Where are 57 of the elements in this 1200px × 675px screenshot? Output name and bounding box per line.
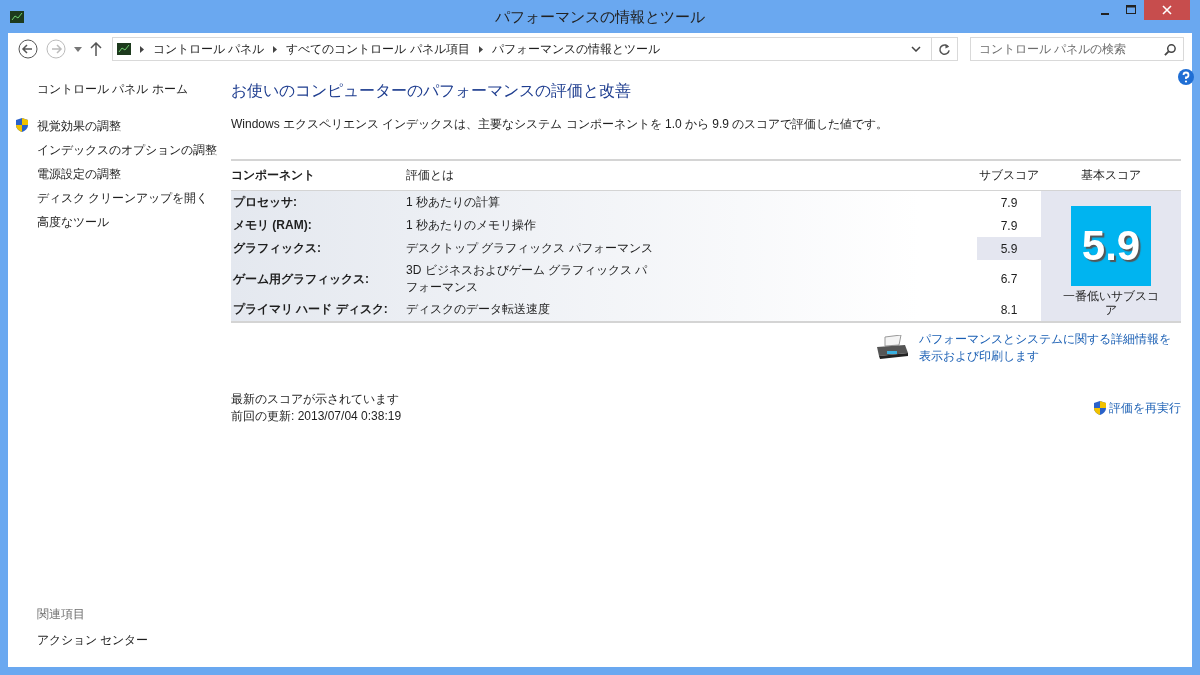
search-field[interactable]: コントロール パネルの検索 [970, 37, 1184, 61]
intro-text: Windows エクスペリエンス インデックスは、主要なシステム コンポーネントを 1.0 から 9.9 のスコアで評価した値です。 [231, 116, 890, 133]
monitor-icon [117, 43, 131, 55]
table-cell-text: 1 秒あたりのメモリ操作 [406, 217, 537, 234]
page-heading: お使いのコンピューターのパフォーマンスの評価と改善 [231, 81, 632, 101]
sidebar-link[interactable]: 電源設定の調整 [37, 166, 121, 183]
help-icon[interactable] [1178, 69, 1194, 85]
status-text: 最新のスコアが示されています [231, 391, 400, 408]
back-button[interactable] [16, 39, 40, 59]
history-dropdown[interactable] [72, 46, 84, 52]
sidebar-link[interactable]: 高度なツール [37, 214, 109, 231]
column-header: 基本スコア [1080, 167, 1142, 184]
up-arrow-icon [90, 42, 102, 56]
chevron-icon [140, 45, 144, 53]
shield-icon [1092, 400, 1108, 416]
table-cell-text: プロセッサ: [232, 194, 298, 211]
caret-icon [74, 46, 82, 52]
sidebar-link[interactable]: 視覚効果の調整 [37, 118, 121, 135]
breadcrumb[interactable]: パフォーマンスの情報とツール [491, 40, 660, 58]
shield-icon [14, 117, 30, 133]
table-cell-text: メモリ (RAM): [232, 217, 313, 234]
chevron-icon [478, 45, 483, 53]
sidebar-link[interactable]: インデックスのオプションの調整 [37, 142, 217, 159]
table-cell-text: グラフィックス: [232, 240, 322, 257]
status-text: 前回の更新: 2013/07/04 0:38:19 [231, 408, 402, 425]
table-cell-text: ゲーム用グラフィックス: [232, 270, 370, 288]
breadcrumb[interactable]: コントロール パネル [153, 40, 265, 58]
close-icon [1162, 5, 1172, 15]
maximize-icon [1126, 5, 1136, 15]
table-cell-text: 3D ビジネスおよびゲーム グラフィックス パフォーマンス [406, 262, 649, 296]
sidebar-link[interactable]: コントロール パネル ホーム [8, 81, 223, 98]
column-header: サブスコア [978, 167, 1040, 184]
table-cell: 5.9 [977, 237, 1041, 260]
address-bar[interactable]: コントロール パネル すべてのコントロール パネル項目 パフォーマンスの情報とツール [112, 37, 958, 61]
details-link[interactable]: パフォーマンスとシステムに関する詳細情報を表示および印刷します [919, 331, 1181, 365]
table-cell-text: ディスクのデータ転送速度 [406, 301, 551, 318]
section-heading: 関連項目 [36, 606, 86, 623]
table-cell-text: プライマリ ハード ディスク: [232, 301, 389, 318]
table-cell-text: デスクトップ グラフィックス パフォーマンス [406, 240, 654, 257]
column-header: コンポーネント [231, 167, 316, 184]
breadcrumb[interactable]: すべてのコントロール パネル項目 [286, 40, 470, 58]
window-title: パフォーマンスの情報とツール [495, 8, 705, 27]
dropdown-icon[interactable] [911, 46, 921, 52]
monitor-icon [10, 10, 24, 23]
printer-icon [875, 335, 909, 359]
table-cell-text: 1 秒あたりの計算 [406, 194, 501, 211]
rerun-link[interactable]: 評価を再実行 [1109, 399, 1181, 417]
score-caption: 一番低いサブスコア [1063, 289, 1159, 317]
sidebar-link[interactable]: アクション センター [8, 632, 223, 649]
search-icon [1164, 42, 1177, 56]
up-button[interactable] [88, 42, 104, 56]
minimize-icon [1101, 12, 1109, 15]
chevron-icon [273, 45, 278, 53]
refresh-icon [938, 42, 951, 56]
sidebar-link[interactable]: ディスク クリーンアップを開く [37, 190, 209, 207]
score-tile: 5.9 [1071, 206, 1151, 286]
column-header: 評価とは [406, 167, 455, 184]
